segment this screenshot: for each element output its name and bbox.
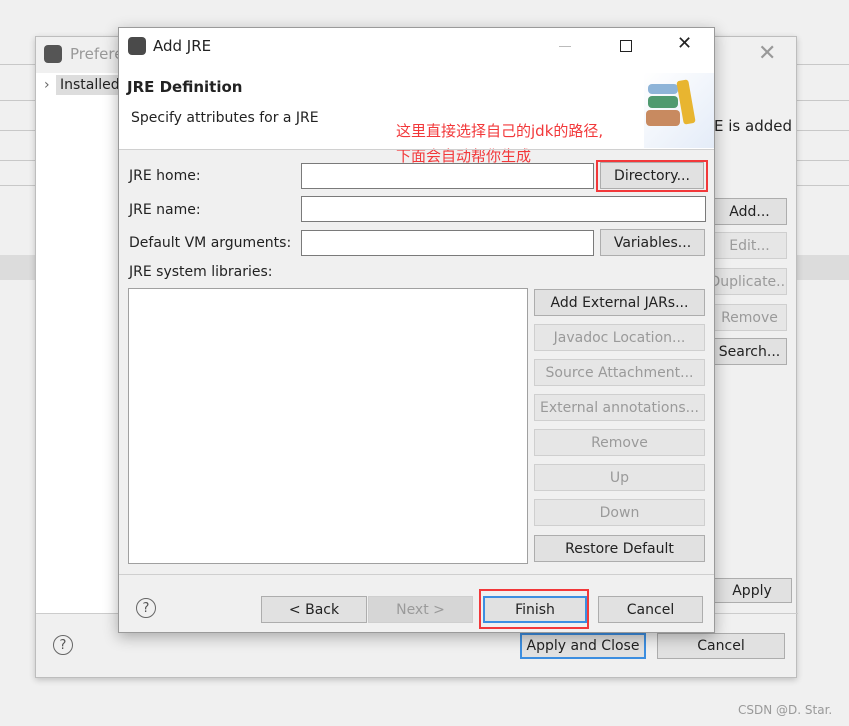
help-icon[interactable]: ? bbox=[136, 598, 156, 618]
edit-button[interactable]: Edit... bbox=[712, 232, 787, 259]
restore-default-button[interactable]: Restore Default bbox=[534, 535, 705, 562]
variables-button[interactable]: Variables... bbox=[600, 229, 705, 256]
javadoc-location-button[interactable]: Javadoc Location... bbox=[534, 324, 705, 351]
jre-name-input[interactable] bbox=[301, 196, 706, 222]
add-button[interactable]: Add... bbox=[712, 198, 787, 225]
add-jre-dialog: Add JRE ✕ JRE Definition Specify attribu… bbox=[118, 27, 715, 633]
books-icon bbox=[646, 79, 696, 130]
up-button[interactable]: Up bbox=[534, 464, 705, 491]
remove-library-button[interactable]: Remove bbox=[534, 429, 705, 456]
source-attachment-button[interactable]: Source Attachment... bbox=[534, 359, 705, 386]
vm-args-input[interactable] bbox=[301, 230, 594, 256]
annotation-line-1: 这里直接选择自己的jdk的路径, bbox=[396, 122, 604, 140]
search-button[interactable]: Search... bbox=[712, 338, 787, 365]
eclipse-icon bbox=[128, 37, 146, 55]
page-subtitle: Specify attributes for a JRE bbox=[131, 110, 319, 126]
libraries-label: JRE system libraries: bbox=[129, 264, 273, 280]
close-icon[interactable]: ✕ bbox=[677, 33, 692, 54]
apply-button[interactable]: Apply bbox=[712, 578, 792, 603]
jre-home-label: JRE home: bbox=[129, 168, 201, 184]
highlight-box bbox=[479, 589, 589, 629]
cancel-button[interactable]: Cancel bbox=[598, 596, 703, 623]
back-button[interactable]: < Back bbox=[261, 596, 367, 623]
down-button[interactable]: Down bbox=[534, 499, 705, 526]
next-button[interactable]: Next > bbox=[368, 596, 473, 623]
help-icon[interactable]: ? bbox=[53, 635, 73, 655]
cancel-button[interactable]: Cancel bbox=[657, 633, 785, 659]
add-external-jars-button[interactable]: Add External JARs... bbox=[534, 289, 705, 316]
partial-description: E is added bbox=[714, 117, 792, 135]
dialog-title: Add JRE bbox=[153, 37, 212, 55]
remove-button[interactable]: Remove bbox=[712, 304, 787, 331]
page-heading: JRE Definition bbox=[127, 78, 243, 96]
external-annotations-button[interactable]: External annotations... bbox=[534, 394, 705, 421]
watermark: CSDN @D. Star. bbox=[738, 703, 833, 717]
minimize-icon[interactable] bbox=[559, 46, 571, 47]
jre-home-input[interactable] bbox=[301, 163, 594, 189]
chevron-right-icon[interactable]: › bbox=[44, 77, 50, 93]
eclipse-icon bbox=[44, 45, 62, 63]
apply-and-close-button[interactable]: Apply and Close bbox=[520, 633, 646, 659]
close-icon[interactable]: ✕ bbox=[758, 41, 776, 66]
highlight-box bbox=[596, 160, 708, 192]
vm-args-label: Default VM arguments: bbox=[129, 235, 292, 251]
maximize-icon[interactable] bbox=[620, 40, 632, 52]
duplicate-button[interactable]: Duplicate... bbox=[712, 268, 787, 295]
libraries-list[interactable] bbox=[128, 288, 528, 564]
jre-name-label: JRE name: bbox=[129, 202, 201, 218]
